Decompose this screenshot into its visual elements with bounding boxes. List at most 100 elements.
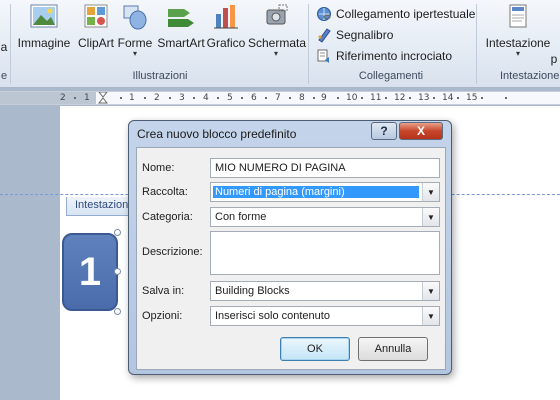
raccolta-value: Numeri di pagina (margini) <box>213 186 419 198</box>
group-label-partial: e <box>0 70 8 82</box>
resize-handle[interactable] <box>114 308 121 315</box>
schermata-button[interactable]: Schermata ▾ <box>248 2 307 62</box>
close-icon: X <box>416 124 425 138</box>
horizontal-ruler[interactable]: 2 1 1 2 3 4 5 6 7 8 9 10 11 12 13 14 15 <box>0 91 560 105</box>
ruler-dot <box>241 97 243 99</box>
group-label-collegamenti: Collegamenti <box>358 70 424 82</box>
ruler-dot <box>385 97 387 99</box>
nome-value: MIO NUMERO DI PAGINA <box>215 162 346 174</box>
shapes-icon <box>123 5 147 30</box>
ok-button[interactable]: OK <box>280 337 350 361</box>
grafico-label: Grafico <box>206 36 246 50</box>
categoria-value: Con forme <box>215 211 267 223</box>
help-icon: ? <box>380 124 388 138</box>
smartart-label: SmartArt <box>157 36 205 50</box>
ruler-tick: 15 <box>466 93 478 103</box>
close-button[interactable]: X <box>399 122 443 140</box>
riferimento-incrociato-button[interactable]: Riferimento incrociato <box>316 46 452 66</box>
ruler-dot <box>337 97 339 99</box>
ruler-tick: 4 <box>203 93 209 103</box>
categoria-label: Categoria: <box>142 211 193 223</box>
cross-reference-icon <box>317 49 329 63</box>
ruler-tick: 2 <box>60 93 66 103</box>
ruler-dot <box>457 97 459 99</box>
descrizione-label: Descrizione: <box>142 246 203 258</box>
picture-icon <box>30 4 58 28</box>
grafico-button[interactable]: Grafico <box>206 2 246 62</box>
hyperlink-icon <box>317 7 331 21</box>
ruler-tick: 1 <box>129 93 135 103</box>
raccolta-select[interactable]: Numeri di pagina (margini) ▼ <box>210 182 440 202</box>
page-number-shape[interactable]: 1 <box>62 233 118 311</box>
ruler-dot <box>144 97 146 99</box>
intestazione-button[interactable]: Intestazione ▾ <box>480 2 556 62</box>
smartart-icon <box>168 9 194 27</box>
ruler-dot <box>120 97 122 99</box>
ruler-tick: 7 <box>275 93 281 103</box>
page-number-text: 1 <box>78 249 102 294</box>
dropdown-arrow-icon[interactable]: ▼ <box>422 307 439 325</box>
ruler-tick: 11 <box>370 93 382 103</box>
immagine-button[interactable]: Immagine <box>14 2 74 62</box>
opzioni-select[interactable]: Inserisci solo contenuto ▼ <box>210 306 440 326</box>
ruler-tick: 14 <box>442 93 454 103</box>
chevron-down-icon: ▾ <box>132 49 137 58</box>
nome-field[interactable]: MIO NUMERO DI PAGINA <box>210 158 440 178</box>
salva-in-value: Building Blocks <box>215 285 290 297</box>
nome-label: Nome: <box>142 162 175 174</box>
salva-in-select[interactable]: Building Blocks ▼ <box>210 281 440 301</box>
ruler-dot <box>481 97 483 99</box>
header-tag[interactable]: Intestazione <box>66 197 132 216</box>
schermata-label: Schermata <box>248 36 307 50</box>
resize-handle[interactable] <box>114 229 121 236</box>
group-separator <box>308 4 309 84</box>
ruler-tick: 3 <box>179 93 185 103</box>
chart-icon <box>214 5 238 29</box>
ruler-tick: 9 <box>321 93 327 103</box>
dropdown-arrow-icon[interactable]: ▼ <box>422 183 439 201</box>
help-button[interactable]: ? <box>371 122 397 140</box>
segnalibro-button[interactable]: Segnalibro <box>316 25 393 45</box>
opzioni-label: Opzioni: <box>142 310 183 322</box>
ruler-tick: 1 <box>84 93 90 103</box>
ruler-margin <box>0 92 96 104</box>
intestazione-label: Intestazione <box>485 36 551 50</box>
ruler-dot <box>505 97 507 99</box>
ribbon: a e Immagine ClipArt Forme ▾ SmartArt Gr… <box>0 0 560 88</box>
group-label-illustrazioni: Illustrazioni <box>132 70 188 82</box>
ruler-dot <box>313 97 315 99</box>
collegamento-ipertestuale-button[interactable]: Collegamento ipertestuale <box>316 4 475 24</box>
clipart-icon <box>84 4 108 28</box>
cancel-button[interactable]: Annulla <box>358 337 428 361</box>
group-label-intestazione: Intestazione <box>500 70 560 82</box>
ruler-tick: 2 <box>154 93 160 103</box>
clipart-label: ClipArt <box>77 36 114 50</box>
opzioni-value: Inserisci solo contenuto <box>215 310 330 322</box>
ruler-dot <box>193 97 195 99</box>
descrizione-field[interactable] <box>210 231 440 275</box>
ruler-dot <box>289 97 291 99</box>
resize-handle[interactable] <box>114 268 121 275</box>
forme-button[interactable]: Forme ▾ <box>116 2 154 62</box>
dropdown-arrow-icon[interactable]: ▼ <box>422 282 439 300</box>
chevron-down-icon: ▾ <box>273 49 278 58</box>
salva-in-label: Salva in: <box>142 285 185 297</box>
group-separator <box>476 4 477 84</box>
categoria-select[interactable]: Con forme ▼ <box>210 207 440 227</box>
forme-label: Forme <box>117 36 153 50</box>
smartart-button[interactable]: SmartArt <box>156 2 206 62</box>
header-icon <box>509 4 527 28</box>
clipart-button[interactable]: ClipArt <box>74 2 118 62</box>
chevron-down-icon: ▾ <box>515 49 520 58</box>
dialog-title: Crea nuovo blocco predefinito <box>137 127 297 141</box>
ruler-dot <box>74 97 76 99</box>
ribbon-partial-label: a <box>0 40 8 54</box>
ruler-tick: 13 <box>418 93 430 103</box>
ruler-dot <box>409 97 411 99</box>
indent-marker-icon[interactable] <box>98 92 108 104</box>
immagine-label: Immagine <box>17 36 71 50</box>
raccolta-label: Raccolta: <box>142 186 188 198</box>
screenshot-icon <box>266 4 288 25</box>
ruler-tick: 10 <box>346 93 358 103</box>
dropdown-arrow-icon[interactable]: ▼ <box>422 208 439 226</box>
